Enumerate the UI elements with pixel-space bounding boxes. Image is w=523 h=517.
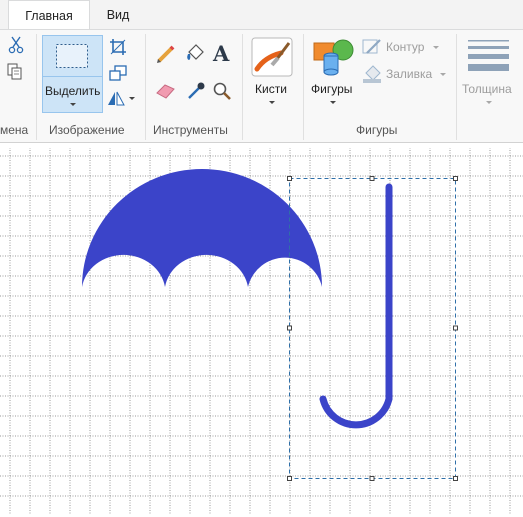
thickness-button-label[interactable]: Толщина <box>462 82 512 96</box>
eraser-icon[interactable] <box>155 82 177 100</box>
separator <box>242 34 243 140</box>
fill-bucket-icon[interactable] <box>184 44 206 64</box>
select-rectangle-icon <box>55 43 89 69</box>
outline-icon[interactable] <box>362 38 382 56</box>
tab-view[interactable]: Вид <box>104 0 132 29</box>
separator <box>36 34 37 140</box>
shapes-icon[interactable] <box>313 38 355 76</box>
copy-icon[interactable] <box>7 63 23 81</box>
select-button[interactable]: Выделить <box>42 35 103 113</box>
group-shapes-label: Фигуры <box>356 123 398 137</box>
thickness-icon[interactable] <box>467 39 511 73</box>
select-button-label: Выделить <box>45 84 101 98</box>
brushes-icon[interactable] <box>251 37 293 77</box>
fill-icon[interactable] <box>362 64 382 84</box>
rotate-dropdown-arrow[interactable] <box>129 97 135 100</box>
cut-icon[interactable] <box>8 36 24 54</box>
color-picker-icon[interactable] <box>186 81 206 101</box>
separator <box>145 34 146 140</box>
magnifier-icon[interactable] <box>212 81 232 101</box>
tab-home[interactable]: Главная <box>8 0 90 30</box>
rotate-icon[interactable] <box>106 89 126 107</box>
ribbon-tabs: Главная Вид <box>0 0 523 30</box>
separator <box>303 34 304 140</box>
fill-dropdown-arrow[interactable] <box>440 73 446 76</box>
crop-icon[interactable] <box>109 38 127 56</box>
outline-dropdown-arrow[interactable] <box>433 46 439 49</box>
select-dropdown-arrow[interactable] <box>70 103 76 106</box>
shapes-dropdown-arrow[interactable] <box>330 101 336 104</box>
outline-button-label[interactable]: Контур <box>386 40 424 54</box>
resize-icon[interactable] <box>109 65 127 81</box>
group-tools-label: Инструменты <box>153 123 228 137</box>
brushes-dropdown-arrow[interactable] <box>269 101 275 104</box>
drawing-canvas[interactable] <box>0 144 523 514</box>
pencil-icon[interactable] <box>156 44 176 64</box>
ribbon: мена Выделить Изображение A Инструменты … <box>0 29 523 143</box>
fill-button-label[interactable]: Заливка <box>386 67 432 81</box>
text-icon[interactable]: A <box>212 41 232 66</box>
canvas-svg <box>0 144 523 514</box>
brushes-button-label[interactable]: Кисти <box>255 82 287 96</box>
thickness-dropdown-arrow[interactable] <box>486 101 492 104</box>
group-clipboard-label: мена <box>0 123 29 137</box>
svg-text:A: A <box>212 41 230 65</box>
group-image-label: Изображение <box>49 123 125 137</box>
separator <box>456 34 457 140</box>
shapes-button-label[interactable]: Фигуры <box>311 82 352 96</box>
